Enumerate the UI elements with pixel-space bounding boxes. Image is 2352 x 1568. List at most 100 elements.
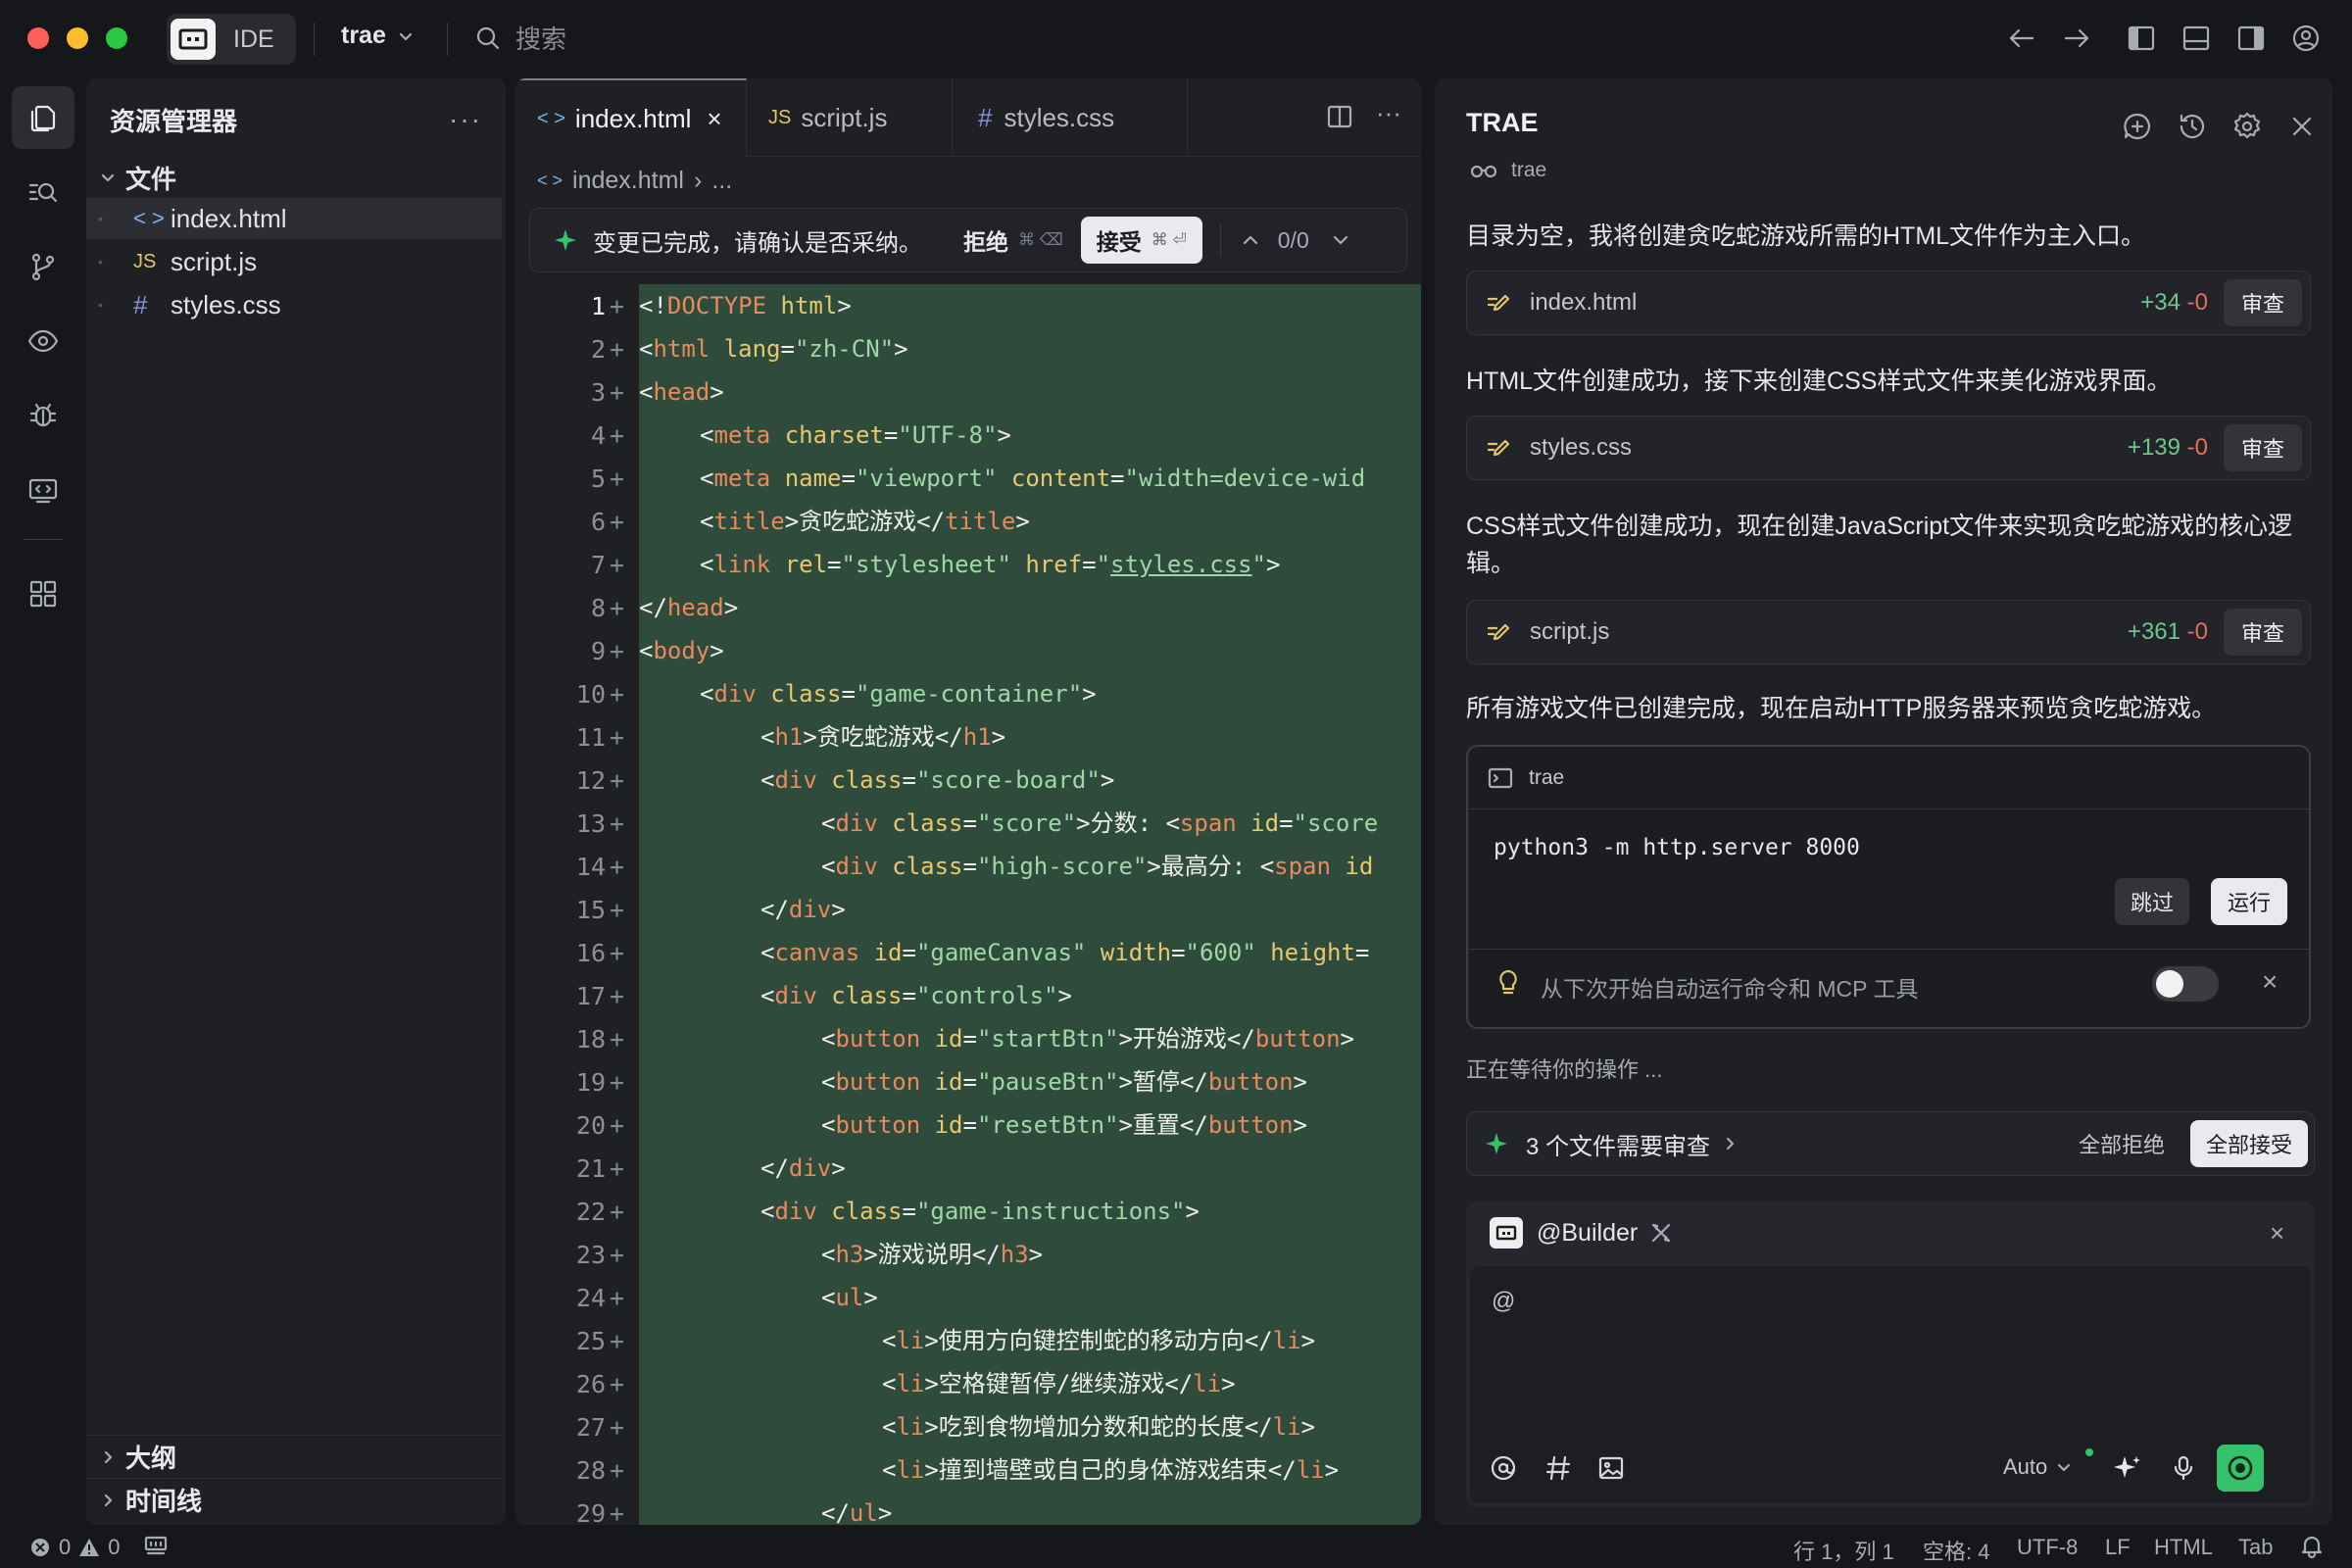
- code-line: <head>: [639, 378, 724, 406]
- more-actions-icon[interactable]: ···: [1376, 98, 1401, 128]
- hashtag-icon[interactable]: [1543, 1452, 1574, 1484]
- file-item-styles-css[interactable]: • # styles.css: [86, 284, 502, 325]
- code-line: <div class="controls">: [760, 982, 1072, 1009]
- project-switcher[interactable]: trae: [341, 22, 414, 50]
- line-number: 10: [575, 679, 606, 709]
- line-number: 7: [590, 550, 606, 579]
- skip-button[interactable]: 跳过: [2115, 878, 2189, 925]
- preview-eye-icon[interactable]: [12, 310, 74, 372]
- editor-tabs: < > index.html × JS script.js # styles.c…: [515, 78, 1421, 157]
- minimize-window-button[interactable]: [67, 27, 88, 49]
- more-actions-icon[interactable]: ···: [449, 104, 482, 135]
- split-editor-icon[interactable]: [1325, 102, 1354, 131]
- reject-all-button[interactable]: 全部拒绝: [2079, 1128, 2165, 1159]
- tab-index-html[interactable]: < > index.html ×: [515, 78, 747, 157]
- close-icon[interactable]: ×: [2270, 1218, 2284, 1249]
- sparkle-enhance-icon[interactable]: [2111, 1452, 2142, 1484]
- tab-script-js[interactable]: JS script.js: [747, 78, 953, 157]
- code-line: <div class="score">分数: <span id="score: [821, 809, 1379, 837]
- toggle-right-sidebar-icon[interactable]: [2232, 20, 2270, 57]
- toggle-left-sidebar-icon[interactable]: [2123, 20, 2160, 57]
- title-bar: IDE trae 搜索: [0, 0, 2352, 78]
- close-panel-icon[interactable]: [2285, 110, 2319, 143]
- tab-styles-css[interactable]: # styles.css: [953, 78, 1188, 157]
- line-number: 1: [590, 291, 606, 320]
- toggle-bottom-panel-icon[interactable]: [2178, 20, 2215, 57]
- agent-mention[interactable]: @Builder: [1537, 1219, 1638, 1248]
- review-button[interactable]: 审查: [2224, 424, 2302, 471]
- code-line: <meta name="viewport" content="width=dev…: [700, 465, 1366, 492]
- run-button[interactable]: 运行: [2211, 878, 2287, 925]
- mention-at-icon[interactable]: [1488, 1452, 1519, 1484]
- html-file-icon: < >: [133, 206, 165, 230]
- forward-arrow-icon[interactable]: [2058, 20, 2095, 57]
- file-item-index-html[interactable]: • < > index.html: [86, 198, 502, 239]
- account-avatar-icon[interactable]: [2287, 20, 2325, 57]
- source-control-icon[interactable]: [12, 235, 74, 298]
- line-number: 26: [575, 1369, 606, 1398]
- back-arrow-icon[interactable]: [2003, 20, 2040, 57]
- encoding[interactable]: UTF-8: [2017, 1535, 2078, 1560]
- search-files-icon[interactable]: [12, 161, 74, 223]
- new-chat-icon[interactable]: [2121, 110, 2154, 143]
- ide-mode-switch[interactable]: IDE: [167, 14, 296, 65]
- end-of-line[interactable]: LF: [2105, 1535, 2131, 1560]
- sparkle-icon: [555, 229, 576, 251]
- timeline-section[interactable]: 时间线: [86, 1478, 502, 1521]
- breadcrumb-symbol[interactable]: ...: [711, 167, 732, 195]
- model-selector[interactable]: Auto: [2003, 1448, 2093, 1480]
- indentation[interactable]: 空格: 4: [1923, 1535, 1989, 1566]
- file-item-script-js[interactable]: • JS script.js: [86, 241, 502, 282]
- image-upload-icon[interactable]: [1595, 1452, 1627, 1484]
- code-line: <div class="game-container">: [700, 680, 1097, 708]
- breadcrumb-file[interactable]: index.html: [572, 167, 684, 195]
- file-change-card-index-html[interactable]: index.html +34 -0 审查: [1466, 270, 2311, 335]
- remote-screen-icon[interactable]: [12, 459, 74, 521]
- js-file-icon: JS: [133, 250, 157, 272]
- pending-review-link[interactable]: 3 个文件需要审查: [1526, 1127, 1710, 1161]
- tab-label: index.html: [574, 103, 692, 133]
- stylesheet-link[interactable]: styles.css: [1110, 551, 1252, 578]
- accept-all-button[interactable]: 全部接受: [2190, 1120, 2308, 1167]
- line-number: 3: [590, 377, 606, 407]
- extensions-grid-icon[interactable]: [12, 563, 74, 625]
- chevron-up-icon[interactable]: [1241, 230, 1260, 250]
- lightbulb-icon: [1499, 969, 1517, 995]
- maximize-window-button[interactable]: [106, 27, 127, 49]
- debug-bug-icon[interactable]: [12, 384, 74, 447]
- auto-run-toggle[interactable]: [2152, 966, 2219, 1002]
- folder-root[interactable]: 文件: [86, 157, 502, 198]
- ports-icon[interactable]: [143, 1535, 169, 1556]
- error-count: 0: [59, 1535, 72, 1559]
- chevron-down-icon[interactable]: [1331, 230, 1350, 250]
- close-icon[interactable]: ×: [2262, 966, 2278, 998]
- explorer-files-icon[interactable]: [12, 86, 74, 149]
- outline-section[interactable]: 大纲: [86, 1435, 502, 1478]
- settings-gear-icon[interactable]: [2230, 110, 2264, 143]
- timeline-label: 时间线: [125, 1487, 203, 1516]
- code-line: <li>使用方向键控制蛇的移动方向</li>: [882, 1327, 1316, 1354]
- review-button[interactable]: 审查: [2224, 609, 2302, 656]
- chevron-right-icon: [104, 1494, 113, 1506]
- reject-button[interactable]: 拒绝: [963, 223, 1008, 257]
- notifications-bell-icon[interactable]: [2299, 1533, 2325, 1558]
- close-window-button[interactable]: [27, 27, 49, 49]
- code-editor[interactable]: 1 +2 +3 +4 +5 +6 +7 +8 +9 +10 +11 +12 +13 +14 +15 +16 +1…: [515, 284, 1421, 1525]
- search-placeholder: 搜索: [515, 24, 567, 54]
- file-change-card-script-js[interactable]: script.js +361 -0 审查: [1466, 600, 2311, 664]
- file-change-card-styles-css[interactable]: styles.css +139 -0 审查: [1466, 416, 2311, 480]
- accept-button[interactable]: 接受 ⌘ ⏎: [1080, 217, 1202, 264]
- review-button[interactable]: 审查: [2224, 279, 2302, 326]
- send-stop-button[interactable]: [2217, 1445, 2264, 1492]
- close-tab-icon[interactable]: ×: [707, 104, 721, 134]
- microphone-icon[interactable]: [2168, 1452, 2199, 1484]
- history-icon[interactable]: [2176, 110, 2209, 143]
- search-box[interactable]: 搜索: [474, 20, 566, 56]
- line-number: 16: [575, 938, 606, 967]
- chat-input[interactable]: @ Auto: [1470, 1266, 2311, 1503]
- problems-indicator[interactable]: 0 0: [29, 1535, 121, 1560]
- tab-mode[interactable]: Tab: [2238, 1535, 2273, 1560]
- language-mode[interactable]: HTML: [2154, 1535, 2213, 1560]
- line-number: 6: [590, 507, 606, 536]
- cursor-position[interactable]: 行 1，列 1: [1793, 1535, 1894, 1566]
